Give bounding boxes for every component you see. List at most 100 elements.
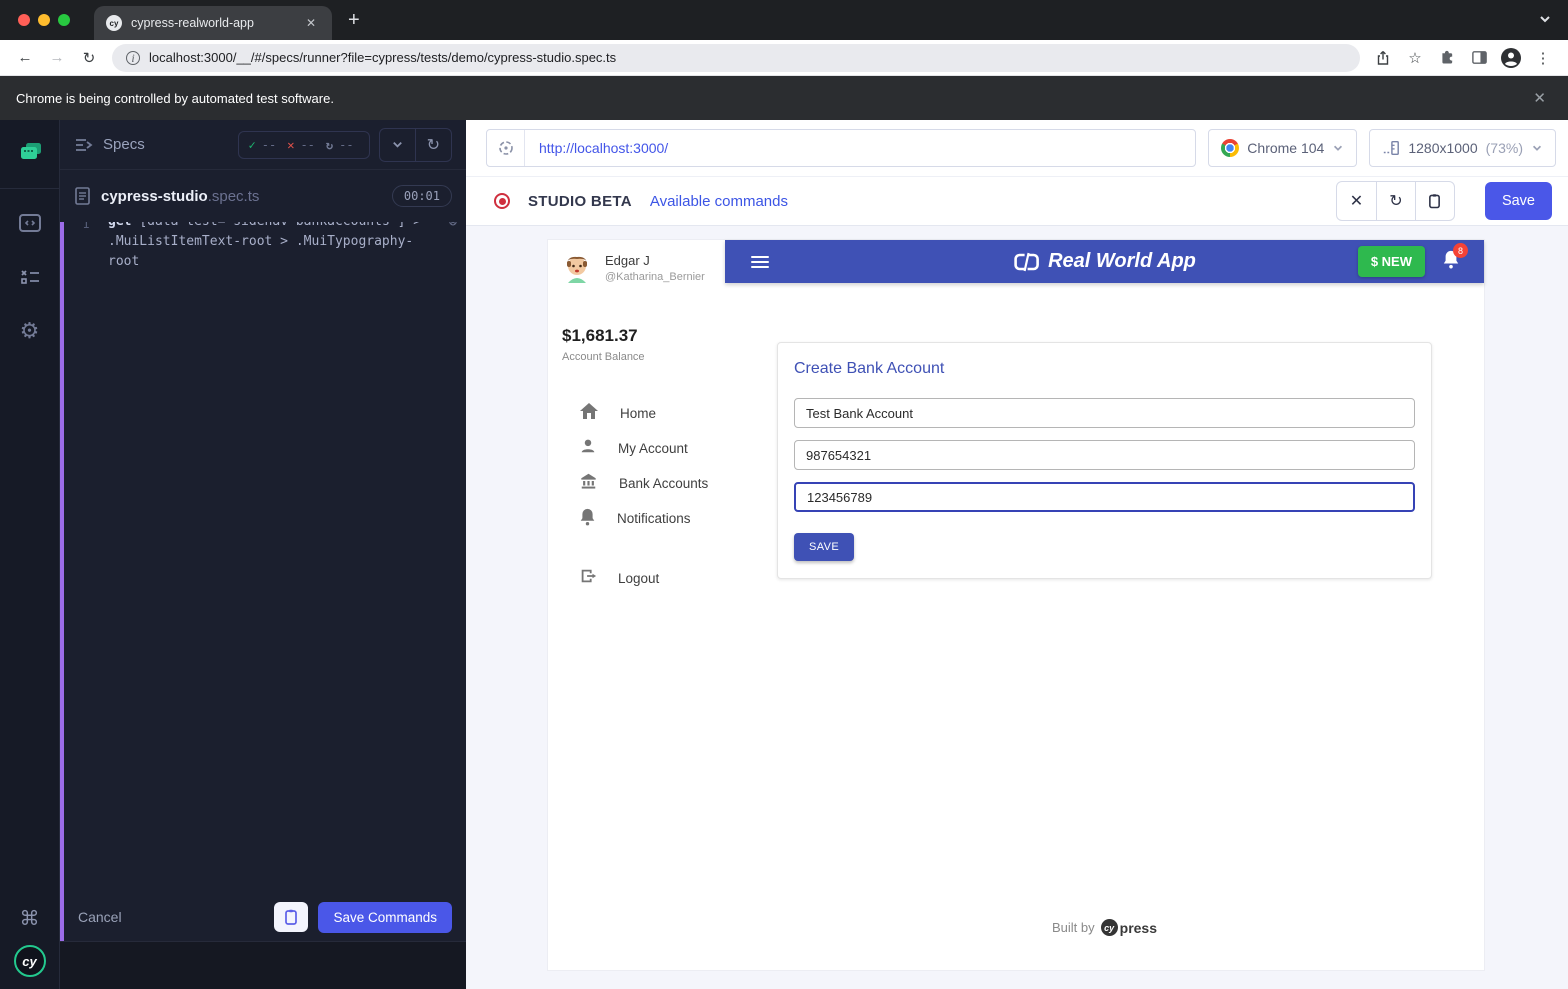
home-icon <box>579 402 599 425</box>
site-info-icon[interactable]: i <box>126 50 140 65</box>
cancel-button[interactable]: Cancel <box>78 909 122 925</box>
browser-menu-dots-icon[interactable]: ⋮ <box>1528 49 1558 67</box>
address-bar[interactable]: i localhost:3000/__/#/specs/runner?file=… <box>112 43 1360 72</box>
cypress-reporter-panel: Specs ✓ -- ✕ -- ↻ -- ↻ cypress-studio.spec.… <box>60 120 466 989</box>
sidebar-item-label: My Account <box>618 441 688 456</box>
account-number-input[interactable] <box>794 482 1415 512</box>
copy-commands-button[interactable] <box>274 902 309 932</box>
collapse-chevron-icon[interactable] <box>380 129 415 161</box>
sidebar-item-my-account[interactable]: My Account <box>548 431 725 466</box>
aut-url-bar[interactable]: http://localhost:3000/ <box>486 129 1197 167</box>
new-tab-button[interactable]: + <box>348 9 360 32</box>
cypress-logo-icon[interactable]: cy <box>13 945 46 977</box>
aut-url-row: http://localhost:3000/ Chrome 104 1280x1… <box>466 120 1568 176</box>
pending-restart-icon: ↻ <box>325 137 334 152</box>
tab-close-icon[interactable]: ✕ <box>302 14 320 32</box>
available-commands-link[interactable]: Available commands <box>650 193 788 210</box>
cypress-brand-text: press <box>1119 919 1157 936</box>
rerun-tests-icon[interactable]: ↻ <box>414 128 451 161</box>
record-icon <box>494 193 510 209</box>
window-controls <box>0 14 94 26</box>
profile-avatar-icon[interactable] <box>1496 47 1526 69</box>
tab-title: cypress-realworld-app <box>131 16 254 30</box>
tab-search-chevron-icon[interactable] <box>1538 12 1552 31</box>
settings-gear-icon[interactable]: ⚙ <box>12 313 48 349</box>
new-transaction-button[interactable]: $ NEW <box>1357 246 1425 277</box>
infobar-close-icon[interactable]: ✕ <box>1527 85 1552 111</box>
keyboard-shortcuts-icon[interactable]: ⌘ <box>20 906 40 931</box>
browser-select-chip[interactable]: Chrome 104 <box>1208 129 1358 167</box>
command-log: 1 get [data-test="sidenav-bankaccounts"] … <box>64 222 466 893</box>
sidebar-item-home[interactable]: Home <box>548 396 725 431</box>
sidebar-item-label: Bank Accounts <box>619 476 709 491</box>
debug-nav-icon[interactable] <box>12 205 48 241</box>
pending-count: -- <box>339 137 354 152</box>
sidebar-item-label: Home <box>620 406 657 421</box>
studio-save-button[interactable]: Save <box>1484 182 1552 220</box>
failed-x-icon: ✕ <box>287 137 295 152</box>
app-header: Real World App $ NEW 8 <box>725 240 1484 283</box>
automation-infobar: Chrome is being controlled by automated … <box>0 76 1568 120</box>
share-icon[interactable] <box>1368 50 1398 66</box>
spec-name: cypress-studio.spec.ts <box>101 187 260 205</box>
rail-divider <box>0 188 60 189</box>
sidebar-item-notifications[interactable]: Notifications <box>548 501 725 536</box>
studio-copy-icon[interactable] <box>1414 182 1454 220</box>
close-window-button[interactable] <box>18 14 30 26</box>
studio-close-icon[interactable]: ✕ <box>1337 182 1376 220</box>
command-entry[interactable]: 1 get [data-test="sidenav-bankaccounts"] … <box>64 222 466 893</box>
spec-file-row[interactable]: cypress-studio.spec.ts 00:01 <box>60 170 466 222</box>
chevron-down-icon <box>1334 145 1343 151</box>
built-by-footer: Built by cy press <box>725 919 1484 936</box>
bell-icon <box>579 507 596 531</box>
delete-command-button[interactable]: ⊗ <box>440 222 466 893</box>
exit-icon <box>579 567 597 590</box>
maximize-window-button[interactable] <box>58 14 70 26</box>
built-by-text: Built by <box>1052 920 1095 935</box>
specs-nav-icon[interactable] <box>12 134 48 170</box>
notifications-bell[interactable]: 8 <box>1442 243 1468 274</box>
specs-list-icon <box>76 138 93 151</box>
command-method: get <box>108 222 131 229</box>
selector-playground-button[interactable] <box>487 130 525 166</box>
infobar-text: Chrome is being controlled by automated … <box>16 90 334 106</box>
aut-viewport: Edgar J @Katharina_Bernier $1,681.37 Acc… <box>466 226 1568 989</box>
user-avatar <box>562 253 592 283</box>
person-icon <box>579 437 597 460</box>
runs-nav-icon[interactable] <box>12 259 48 295</box>
viewport-chip[interactable]: 1280x1000 (73%) <box>1369 129 1556 167</box>
studio-restart-icon[interactable]: ↻ <box>1375 182 1415 220</box>
back-button[interactable]: ← <box>10 49 40 66</box>
save-commands-button[interactable]: Save Commands <box>318 901 452 933</box>
studio-toolbar: STUDIO BETA Available commands ✕ ↻ Save <box>466 176 1568 226</box>
failed-count: -- <box>300 137 315 152</box>
browser-toolbar: ← → ↻ i localhost:3000/__/#/specs/runner… <box>0 40 1568 76</box>
aut-iframe: Edgar J @Katharina_Bernier $1,681.37 Acc… <box>548 240 1484 970</box>
form-save-button[interactable]: SAVE <box>794 533 855 561</box>
bookmark-star-icon[interactable]: ☆ <box>1400 49 1430 67</box>
spec-file-icon <box>75 187 90 205</box>
sidebar-item-logout[interactable]: Logout <box>548 561 725 596</box>
viewport-size: 1280x1000 <box>1408 140 1478 156</box>
bank-name-input[interactable] <box>794 398 1415 428</box>
create-bank-account-card: Create Bank Account SAVE <box>777 342 1432 579</box>
user-handle: @Katharina_Bernier <box>605 271 705 283</box>
reporter-header: Specs ✓ -- ✕ -- ↻ -- ↻ <box>60 120 466 170</box>
sidebar-item-label: Notifications <box>617 511 691 526</box>
routing-number-input[interactable] <box>794 440 1415 470</box>
side-panel-icon[interactable] <box>1464 49 1494 66</box>
studio-footer: Cancel Save Commands <box>64 893 466 941</box>
passed-check-icon: ✓ <box>248 137 256 152</box>
cypress-brand-icon: cy <box>1100 919 1118 936</box>
balance-block: $1,681.37 Account Balance <box>548 296 725 363</box>
extensions-puzzle-icon[interactable] <box>1432 49 1462 66</box>
browser-tabstrip: cy cypress-realworld-app ✕ + <box>0 0 1568 40</box>
test-stats: ✓ -- ✕ -- ↻ -- <box>237 130 370 159</box>
cypress-favicon-icon: cy <box>106 15 122 31</box>
reload-button[interactable]: ↻ <box>74 49 104 67</box>
menu-hamburger-icon[interactable] <box>751 255 769 268</box>
browser-tab[interactable]: cy cypress-realworld-app ✕ <box>94 6 332 40</box>
command-log-wrap: 1 get [data-test="sidenav-bankaccounts"] … <box>60 222 466 941</box>
sidebar-item-bank-accounts[interactable]: Bank Accounts <box>548 466 725 501</box>
minimize-window-button[interactable] <box>38 14 50 26</box>
